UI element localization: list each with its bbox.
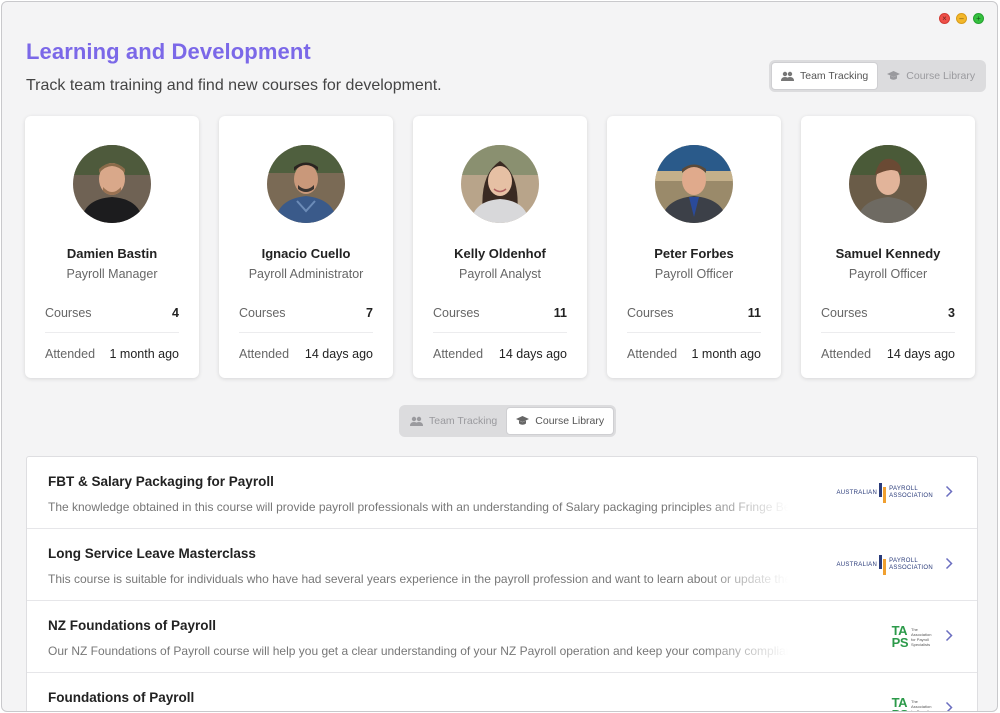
chevron-right-icon[interactable] [945, 485, 953, 498]
avatar [73, 145, 151, 223]
attended-label: Attended [239, 347, 290, 361]
chevron-right-icon[interactable] [945, 701, 953, 712]
team-member-card[interactable]: Kelly Oldenhof Payroll Analyst Courses 11… [413, 116, 587, 378]
course-item[interactable]: Foundations of Payroll TAPS The Associat… [27, 673, 977, 712]
attended-value: 14 days ago [498, 347, 567, 361]
view-toggle-top: Team Tracking Course Library [769, 60, 987, 92]
course-description: The knowledge obtained in this course wi… [48, 500, 788, 514]
courses-label: Courses [821, 306, 868, 320]
minimize-window-button[interactable]: – [956, 13, 967, 24]
course-description: This course is suitable for individuals … [48, 572, 788, 586]
course-description: Our NZ Foundations of Payroll course wil… [48, 644, 788, 658]
avatar [655, 145, 733, 223]
maximize-window-button[interactable]: + [973, 13, 984, 24]
member-role: Payroll Officer [848, 267, 928, 281]
tab-team-tracking-label: Team Tracking [800, 70, 869, 82]
courses-label: Courses [627, 306, 674, 320]
team-member-card[interactable]: Ignacio Cuello Payroll Administrator Cou… [219, 116, 393, 378]
member-role: Payroll Manager [66, 267, 158, 281]
attended-label: Attended [45, 347, 96, 361]
card-divider [821, 332, 955, 333]
team-icon [781, 71, 794, 81]
courses-label: Courses [239, 306, 286, 320]
avatar [849, 145, 927, 223]
member-name: Damien Bastin [66, 246, 158, 261]
card-divider [433, 332, 567, 333]
member-role: Payroll Analyst [459, 267, 541, 281]
chevron-right-icon[interactable] [945, 557, 953, 570]
graduation-cap-icon [887, 71, 901, 81]
tab-course-library[interactable]: Course Library [878, 62, 984, 90]
attended-value: 14 days ago [886, 347, 955, 361]
courses-count: 4 [172, 306, 179, 320]
courses-label: Courses [45, 306, 92, 320]
team-icon [410, 416, 423, 426]
tab-team-tracking[interactable]: Team Tracking [401, 407, 506, 435]
course-title: Foundations of Payroll [48, 690, 195, 705]
window-controls: × – + [939, 13, 984, 24]
avatar [461, 145, 539, 223]
page-title: Learning and Development [26, 39, 311, 64]
tab-team-tracking[interactable]: Team Tracking [771, 62, 879, 90]
graduation-cap-icon [516, 416, 530, 426]
member-name: Samuel Kennedy [835, 246, 941, 261]
team-member-card[interactable]: Peter Forbes Payroll Officer Courses 11 A… [607, 116, 781, 378]
member-role: Payroll Officer [654, 267, 734, 281]
course-title: NZ Foundations of Payroll [48, 618, 216, 633]
team-member-card[interactable]: Samuel Kennedy Payroll Officer Courses 3 … [801, 116, 975, 378]
card-divider [627, 332, 761, 333]
card-divider [45, 332, 179, 333]
attended-value: 1 month ago [691, 347, 762, 361]
attended-value: 1 month ago [109, 347, 180, 361]
card-divider [239, 332, 373, 333]
tab-team-tracking-label: Team Tracking [429, 415, 498, 427]
taps-logo: TAPS The Association for Payroll Special… [891, 623, 932, 650]
attended-label: Attended [433, 347, 484, 361]
chevron-right-icon[interactable] [945, 629, 953, 642]
page-subtitle: Track team training and find new courses… [26, 77, 442, 94]
apa-logo: AUSTRALIAN PAYROLL ASSOCIATION [836, 553, 933, 577]
tab-course-library-label: Course Library [535, 415, 605, 427]
courses-count: 3 [948, 306, 955, 320]
taps-logo: TAPS The Association for Payroll Special… [891, 695, 932, 712]
apa-logo: AUSTRALIAN PAYROLL ASSOCIATION [836, 481, 933, 505]
view-toggle-bottom: Team Tracking Course Library [399, 405, 617, 437]
avatar [267, 145, 345, 223]
tab-course-library-label: Course Library [906, 70, 976, 82]
member-name: Kelly Oldenhof [454, 246, 546, 261]
courses-label: Courses [433, 306, 480, 320]
team-cards: Damien Bastin Payroll Manager Courses 4 A… [25, 116, 975, 378]
close-window-button[interactable]: × [939, 13, 950, 24]
course-list: FBT & Salary Packaging for Payroll The k… [26, 456, 978, 712]
attended-value: 14 days ago [304, 347, 373, 361]
member-name: Ignacio Cuello [261, 246, 351, 261]
attended-label: Attended [821, 347, 872, 361]
courses-count: 11 [747, 306, 761, 320]
member-name: Peter Forbes [654, 246, 734, 261]
course-title: Long Service Leave Masterclass [48, 546, 256, 561]
app-window: × – + Learning and Development Track tea… [1, 1, 998, 712]
course-item[interactable]: NZ Foundations of Payroll Our NZ Foundat… [27, 601, 977, 673]
member-role: Payroll Administrator [248, 267, 364, 281]
courses-count: 11 [553, 306, 567, 320]
tab-course-library[interactable]: Course Library [506, 407, 615, 435]
course-item[interactable]: FBT & Salary Packaging for Payroll The k… [27, 457, 977, 529]
course-item[interactable]: Long Service Leave Masterclass This cour… [27, 529, 977, 601]
courses-count: 7 [366, 306, 373, 320]
course-title: FBT & Salary Packaging for Payroll [48, 474, 274, 489]
team-member-card[interactable]: Damien Bastin Payroll Manager Courses 4 A… [25, 116, 199, 378]
attended-label: Attended [627, 347, 678, 361]
